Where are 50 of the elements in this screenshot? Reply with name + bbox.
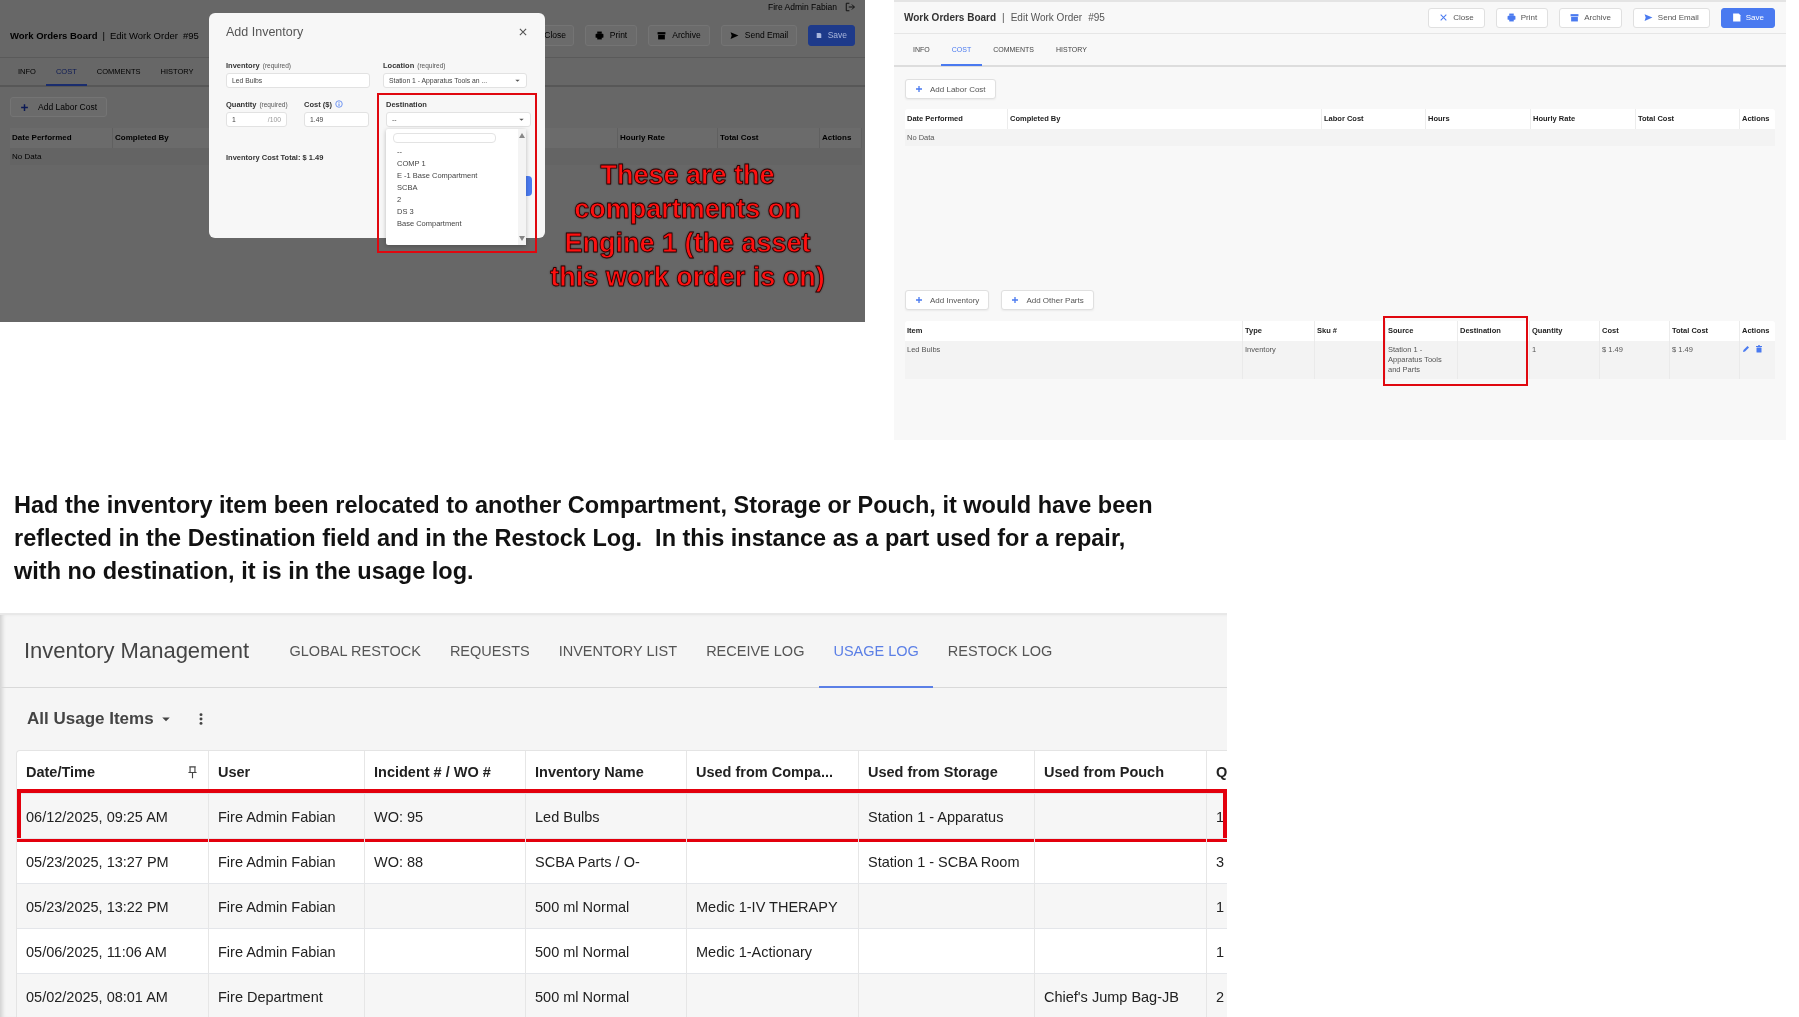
- send-email-button[interactable]: Send Email: [721, 24, 797, 46]
- table-cell: Fire Admin Fabian: [209, 883, 365, 928]
- column-header: Total Cost: [718, 128, 820, 148]
- table-cell: 05/02/2025, 08:01 AM: [17, 973, 209, 1017]
- table-cell: 500 ml Normal: [526, 973, 687, 1017]
- print-button[interactable]: Print: [585, 24, 637, 46]
- table-cell: Led Bulbs: [526, 793, 687, 838]
- board-link[interactable]: Work Orders Board: [904, 12, 997, 23]
- add-button[interactable]: Add Other Parts: [1001, 290, 1094, 310]
- explanation-text: Had the inventory item been relocated to another Compartment, Storage or Pouch, it would have been reflected in the Destination field and in the Restock Log. In this instance as a part used for a repair, with no destination, it is in the usage log.: [14, 491, 1154, 586]
- table-cell: Medic 1-IV THERAPY: [687, 883, 859, 928]
- close-button[interactable]: Close: [1428, 7, 1485, 28]
- table-cell: WO: 95: [365, 793, 526, 838]
- work-order-number: #95: [1088, 12, 1105, 23]
- user-name: Fire Admin Fabian: [768, 1, 837, 12]
- archive-button[interactable]: Archive: [1559, 7, 1622, 28]
- add-button[interactable]: Add Inventory: [905, 290, 990, 310]
- print-button[interactable]: Print: [1495, 7, 1549, 28]
- view-dropdown[interactable]: All Usage Items: [23, 705, 176, 733]
- work-order-number: #95: [182, 29, 199, 41]
- table-cell: Chief's Jump Bag-JB: [1035, 973, 1207, 1017]
- page-title: Inventory Management: [24, 638, 250, 664]
- page-title: Edit Work Order: [1010, 12, 1083, 23]
- tab[interactable]: INVENTORY LIST: [544, 615, 692, 688]
- table-cell: 2: [1207, 973, 1227, 1017]
- board-link[interactable]: Work Orders Board: [10, 29, 98, 41]
- breadcrumb-separator: |: [102, 29, 105, 41]
- tab[interactable]: RECEIVE LOG: [691, 615, 819, 688]
- table-cell: 1: [1207, 883, 1227, 928]
- tab[interactable]: USAGE LOG: [818, 615, 934, 688]
- tab[interactable]: REQUESTS: [435, 615, 545, 688]
- table-cell: 05/23/2025, 13:22 PM: [17, 883, 209, 928]
- table-cell: Fire Admin Fabian: [209, 793, 365, 838]
- breadcrumb-separator: |: [1002, 12, 1005, 23]
- save-button[interactable]: Save: [808, 24, 855, 46]
- column-header: Actions: [820, 128, 862, 148]
- send-email-button[interactable]: Send Email: [1632, 7, 1710, 28]
- add-labor-cost-button[interactable]: Add Labor Cost: [905, 79, 996, 99]
- tab[interactable]: RESTOCK LOG: [933, 615, 1067, 688]
- table-cell: Station 1 - Apparatus: [859, 793, 1035, 838]
- page-title: Edit Work Order: [109, 29, 178, 41]
- archive-button[interactable]: Archive: [648, 24, 710, 46]
- table-cell: 500 ml Normal: [526, 883, 687, 928]
- tab[interactable]: GLOBAL RESTOCK: [275, 615, 436, 688]
- table-cell: Fire Department: [209, 973, 365, 1017]
- dialog-title: Add Inventory: [226, 24, 304, 39]
- column-header: Hourly Rate: [618, 128, 718, 148]
- save-button[interactable]: Save: [1720, 7, 1775, 28]
- add-labor-cost-button[interactable]: Add Labor Cost: [10, 97, 108, 117]
- column-header: Date Performed: [10, 128, 113, 148]
